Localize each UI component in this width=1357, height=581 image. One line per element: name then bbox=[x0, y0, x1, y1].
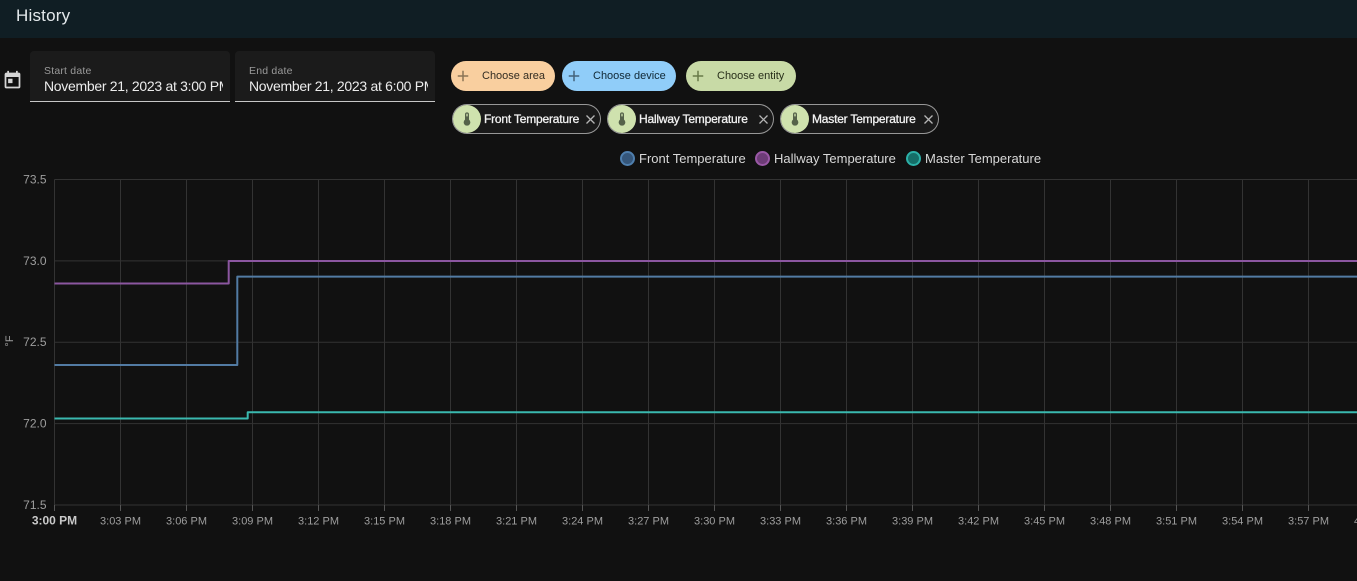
svg-text:3:00 PM: 3:00 PM bbox=[32, 514, 77, 528]
svg-text:73.5: 73.5 bbox=[23, 173, 47, 187]
svg-text:3:24 PM: 3:24 PM bbox=[562, 516, 603, 528]
svg-text:3:27 PM: 3:27 PM bbox=[628, 516, 669, 528]
svg-text:73.0: 73.0 bbox=[23, 254, 47, 268]
svg-text:3:51 PM: 3:51 PM bbox=[1156, 516, 1197, 528]
svg-text:3:09 PM: 3:09 PM bbox=[232, 516, 273, 528]
svg-text:72.0: 72.0 bbox=[23, 417, 47, 431]
svg-text:72.5: 72.5 bbox=[23, 335, 47, 349]
svg-text:71.5: 71.5 bbox=[23, 498, 47, 512]
svg-text:3:48 PM: 3:48 PM bbox=[1090, 516, 1131, 528]
svg-text:3:18 PM: 3:18 PM bbox=[430, 516, 471, 528]
svg-text:3:54 PM: 3:54 PM bbox=[1222, 516, 1263, 528]
svg-text:3:57 PM: 3:57 PM bbox=[1288, 516, 1329, 528]
svg-text:3:03 PM: 3:03 PM bbox=[100, 516, 141, 528]
svg-text:3:39 PM: 3:39 PM bbox=[892, 516, 933, 528]
svg-text:3:36 PM: 3:36 PM bbox=[826, 516, 867, 528]
svg-text:3:33 PM: 3:33 PM bbox=[760, 516, 801, 528]
svg-text:3:42 PM: 3:42 PM bbox=[958, 516, 999, 528]
svg-text:3:06 PM: 3:06 PM bbox=[166, 516, 207, 528]
svg-text:3:12 PM: 3:12 PM bbox=[298, 516, 339, 528]
svg-text:3:45 PM: 3:45 PM bbox=[1024, 516, 1065, 528]
svg-text:3:30 PM: 3:30 PM bbox=[694, 516, 735, 528]
svg-text:3:15 PM: 3:15 PM bbox=[364, 516, 405, 528]
svg-text:°F: °F bbox=[4, 335, 16, 346]
svg-text:3:21 PM: 3:21 PM bbox=[496, 516, 537, 528]
